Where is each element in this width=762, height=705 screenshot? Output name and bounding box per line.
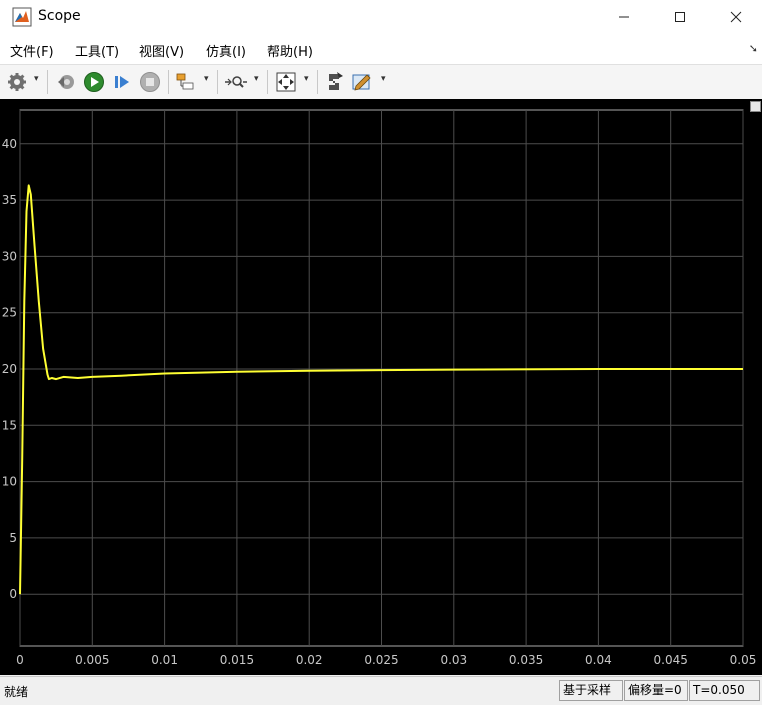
status-time: T=0.050 <box>689 680 760 701</box>
matlab-logo-icon <box>12 7 32 27</box>
status-offset: 偏移量=0 <box>624 680 688 701</box>
title-bar: Scope <box>0 0 762 34</box>
x-tick-label: 0.01 <box>151 653 178 667</box>
maximize-button[interactable] <box>652 0 708 34</box>
menu-help[interactable]: 帮助(H) <box>267 41 313 60</box>
menu-collapse-icon[interactable]: ➘ <box>749 42 758 55</box>
x-tick-label: 0.03 <box>440 653 467 667</box>
signal-dropdown-icon[interactable]: ▾ <box>204 74 209 84</box>
step-back-icon <box>58 75 74 89</box>
x-tick-label: 0 <box>16 653 24 667</box>
step-forward-icon <box>115 76 129 88</box>
settings-button[interactable] <box>5 70 29 94</box>
x-tick-label: 0.04 <box>585 653 612 667</box>
step-forward-button[interactable] <box>110 70 134 94</box>
scope-axes-chart[interactable]: 0 0.005 0.01 0.015 0.02 0.025 0.03 0.035 0.04 0.0… <box>0 99 762 675</box>
y-tick-label: 0 <box>9 587 17 601</box>
toolbar-separator <box>217 70 218 94</box>
signal-select-button[interactable] <box>174 70 198 94</box>
autoscale-icon <box>276 72 296 92</box>
x-tick-label: 0.05 <box>730 653 757 667</box>
run-button[interactable] <box>82 70 106 94</box>
menu-view[interactable]: 视图(V) <box>139 41 184 60</box>
y-tick-label: 25 <box>2 306 17 320</box>
status-sample-based: 基于采样 <box>559 680 623 701</box>
close-icon <box>730 11 742 23</box>
highlight-icon <box>329 72 343 90</box>
x-tick-label: 0.025 <box>364 653 398 667</box>
highlight-block-button[interactable] <box>323 70 347 94</box>
y-tick-label: 35 <box>2 193 17 207</box>
expand-axes-button[interactable] <box>750 101 761 112</box>
menu-tools[interactable]: 工具(T) <box>75 41 119 60</box>
status-bar: 就绪 基于采样 偏移量=0 T=0.050 <box>0 676 762 705</box>
toolbar-separator <box>168 70 169 94</box>
toolbar-separator <box>317 70 318 94</box>
y-tick-label: 40 <box>2 137 17 151</box>
status-ready-text: 就绪 <box>4 685 29 699</box>
menu-bar: 文件(F) 工具(T) 视图(V) 仿真(I) 帮助(H) ➘ <box>0 34 762 64</box>
zoom-icon <box>225 76 247 88</box>
gear-icon <box>8 73 26 91</box>
toolbar-separator <box>267 70 268 94</box>
autoscale-dropdown-icon[interactable]: ▾ <box>304 74 309 84</box>
y-tick-label: 10 <box>2 475 17 489</box>
step-back-button[interactable] <box>54 70 78 94</box>
scope-figure[interactable]: 0 0.005 0.01 0.015 0.02 0.025 0.03 0.035 0.04 0.0… <box>0 99 762 675</box>
stop-icon <box>140 72 160 92</box>
y-tick-label: 15 <box>2 418 17 432</box>
stop-button[interactable] <box>138 70 162 94</box>
x-tick-label: 0.035 <box>509 653 543 667</box>
menu-simulation[interactable]: 仿真(I) <box>206 41 246 60</box>
y-tick-label: 5 <box>9 531 17 545</box>
style-button[interactable] <box>351 70 375 94</box>
y-tick-label: 20 <box>2 362 17 376</box>
settings-dropdown-icon[interactable]: ▾ <box>34 74 39 84</box>
minimize-button[interactable] <box>596 0 652 34</box>
zoom-dropdown-icon[interactable]: ▾ <box>254 74 259 84</box>
maximize-icon <box>675 12 685 22</box>
style-icon <box>352 74 371 91</box>
toolbar-separator <box>47 70 48 94</box>
x-tick-label: 0.02 <box>296 653 323 667</box>
style-dropdown-icon[interactable]: ▾ <box>381 74 386 84</box>
x-tick-label: 0.015 <box>220 653 254 667</box>
window-title: Scope <box>38 8 81 24</box>
x-tick-label: 0.045 <box>654 653 688 667</box>
signal-select-icon <box>176 73 194 90</box>
toolbar: ▾ ▾ ▾ ▾ ▾ <box>0 64 762 100</box>
close-button[interactable] <box>708 0 762 34</box>
run-icon <box>84 72 104 92</box>
autoscale-button[interactable] <box>274 70 298 94</box>
minimize-icon <box>619 16 629 18</box>
x-tick-label: 0.005 <box>75 653 109 667</box>
menu-file[interactable]: 文件(F) <box>10 41 54 60</box>
zoom-button[interactable] <box>224 70 248 94</box>
y-tick-label: 30 <box>2 249 17 263</box>
